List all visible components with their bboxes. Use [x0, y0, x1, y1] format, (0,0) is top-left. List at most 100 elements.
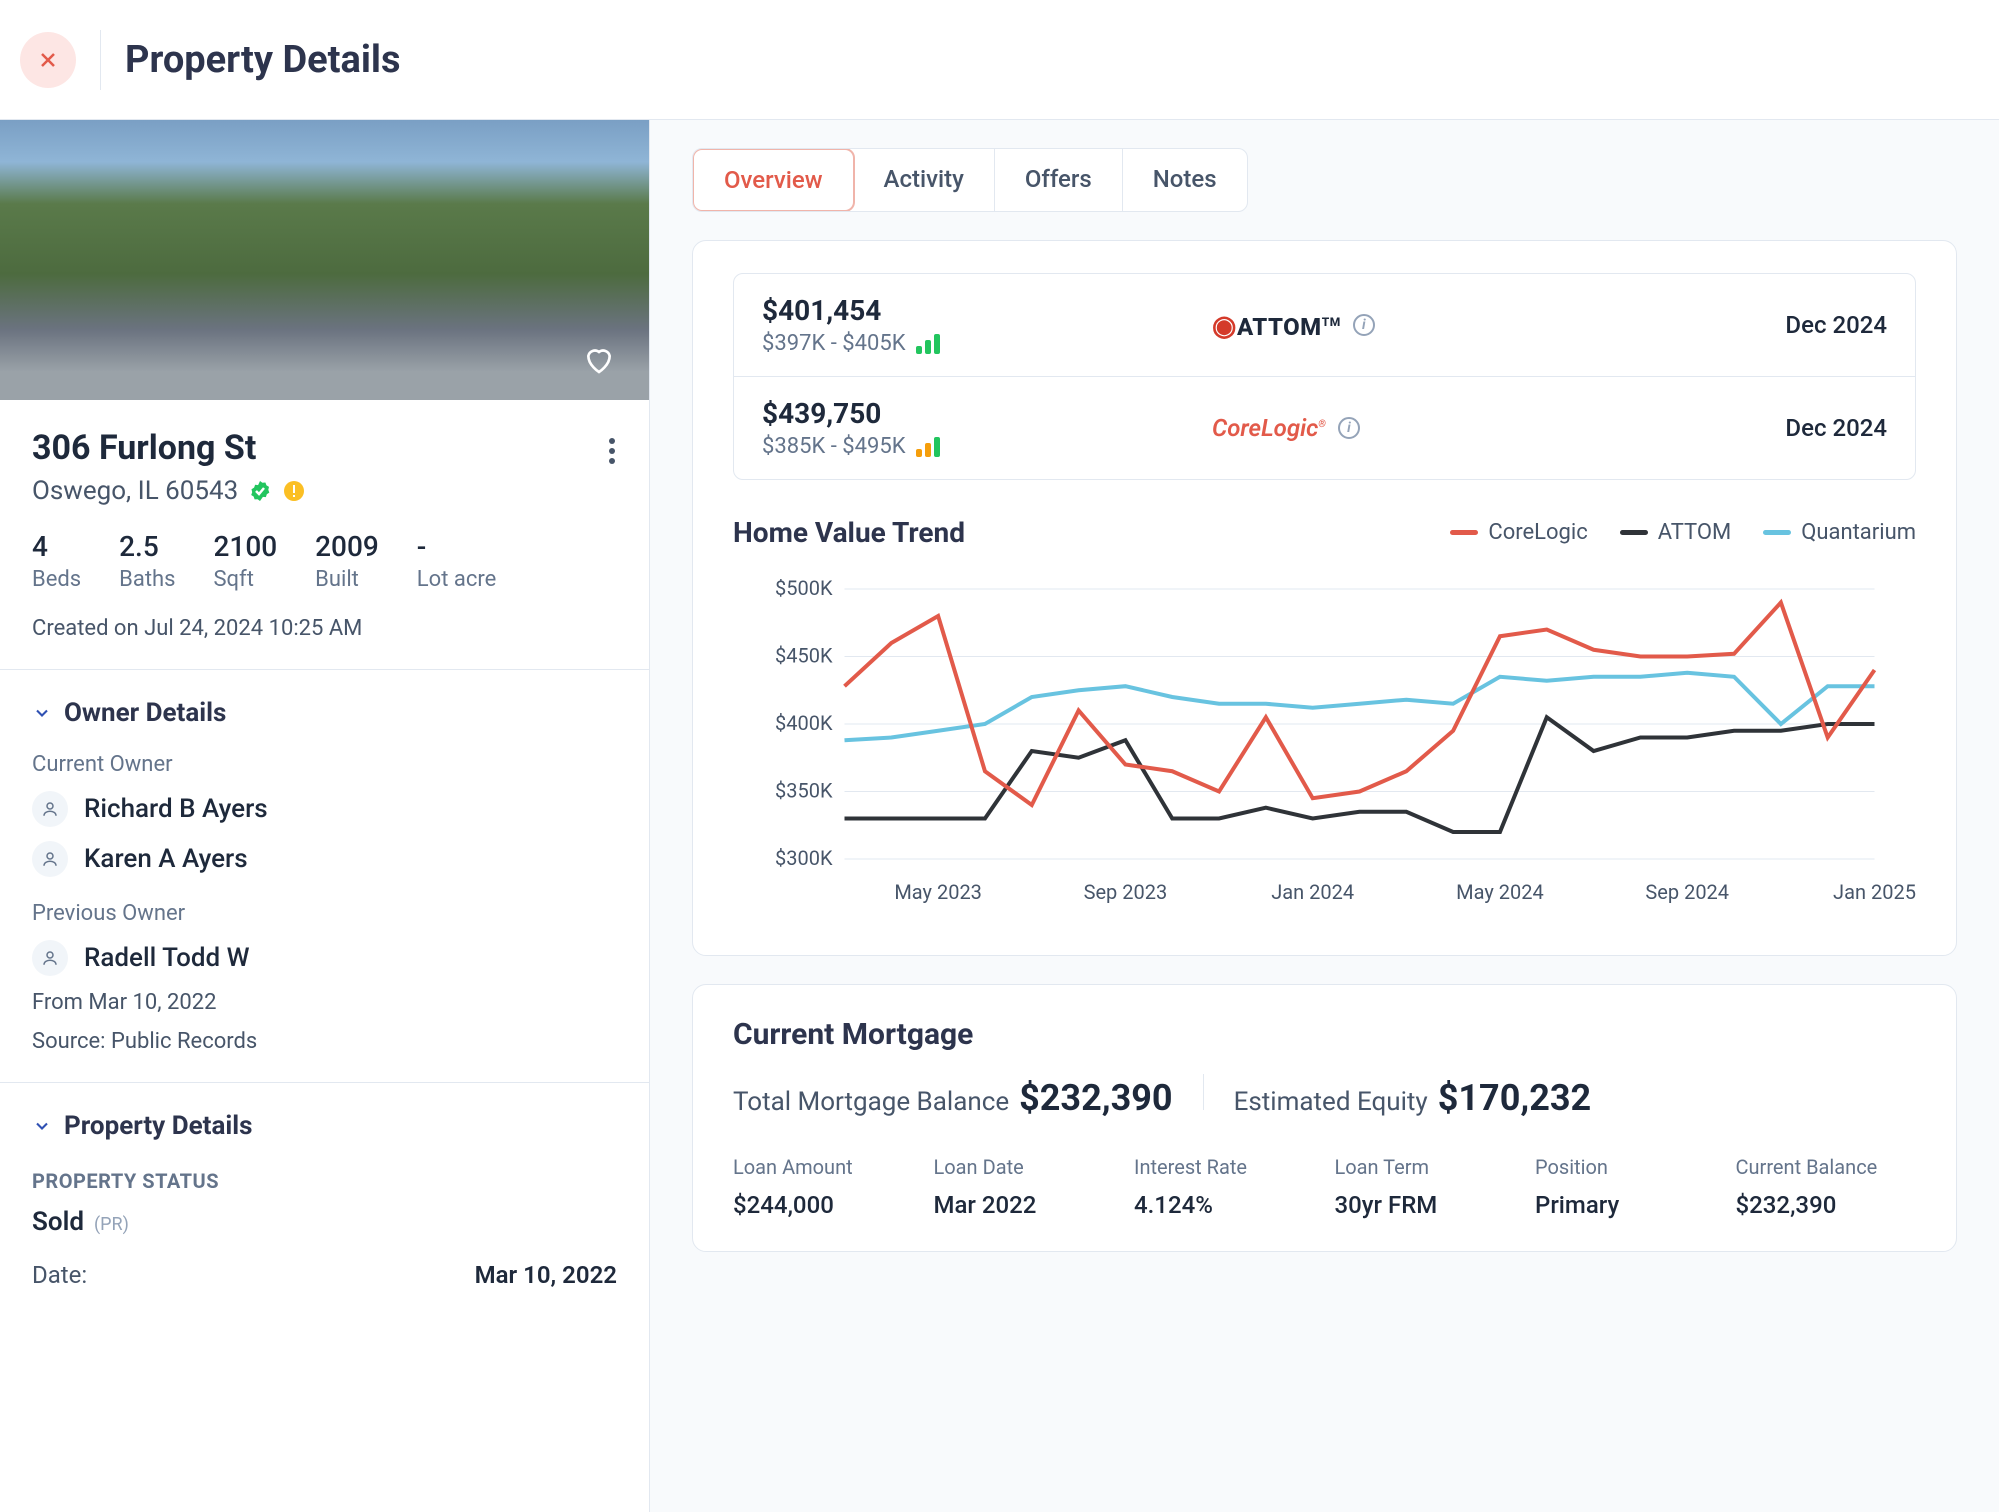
- mortgage-card: Current Mortgage Total Mortgage Balance$…: [692, 984, 1957, 1252]
- valuation-card: $401,454 $397K - $405K ◉ATTOMTM i Dec 20…: [692, 240, 1957, 956]
- favorite-button[interactable]: [579, 340, 619, 380]
- owner-details-toggle[interactable]: Owner Details: [32, 698, 617, 728]
- property-status: Sold: [32, 1207, 84, 1237]
- page-title: Property Details: [125, 38, 401, 82]
- tab-notes[interactable]: Notes: [1123, 149, 1247, 211]
- close-button[interactable]: [20, 32, 76, 88]
- status-date-row: Date: Mar 10, 2022: [32, 1261, 617, 1289]
- tabs: Overview Activity Offers Notes: [692, 148, 1248, 212]
- property-stats: 4Beds 2.5Baths 2100Sqft 2009Built -Lot a…: [32, 530, 617, 592]
- alert-badge-icon: [282, 479, 306, 503]
- owner-row: Karen A Ayers: [32, 841, 617, 877]
- corelogic-logo: CoreLogic®: [1212, 414, 1326, 442]
- owner-name: Karen A Ayers: [84, 844, 248, 874]
- valuation-source: CoreLogic® i: [1212, 414, 1587, 442]
- close-icon: [36, 48, 60, 72]
- mortgage-summary: Total Mortgage Balance$232,390 Estimated…: [733, 1074, 1916, 1119]
- signal-bars-icon: [916, 334, 940, 354]
- valuation-value: $439,750: [762, 397, 1212, 430]
- owner-source: Source: Public Records: [32, 1029, 617, 1054]
- info-icon[interactable]: i: [1338, 417, 1360, 439]
- chart-header: Home Value Trend CoreLogic ATTOM Quantar…: [733, 516, 1916, 549]
- valuation-source: ◉ATTOMTM i: [1212, 309, 1587, 342]
- mortgage-balance: $232,390: [1019, 1077, 1172, 1119]
- svg-text:$500K: $500K: [775, 579, 833, 600]
- more-menu-button[interactable]: [603, 428, 621, 474]
- svg-text:$400K: $400K: [775, 711, 833, 735]
- property-status-label: PROPERTY STATUS: [32, 1169, 617, 1193]
- legend-attom: ATTOM: [1620, 520, 1731, 545]
- legend-quantarium: Quantarium: [1763, 520, 1916, 545]
- stat-beds: 4Beds: [32, 530, 81, 592]
- person-icon: [32, 841, 68, 877]
- person-icon: [32, 791, 68, 827]
- owner-name: Richard B Ayers: [84, 794, 268, 824]
- chevron-down-icon: [32, 703, 52, 723]
- mortgage-col-amount: Loan Amount$244,000: [733, 1155, 914, 1219]
- chart-legend: CoreLogic ATTOM Quantarium: [1450, 520, 1916, 545]
- verified-badge-icon: [248, 479, 272, 503]
- owner-details-section: Owner Details Current Owner Richard B Ay…: [0, 669, 649, 1082]
- stat-baths: 2.5Baths: [119, 530, 175, 592]
- chart: $300K $350K $400K $450K $500K May 2023 Sep 202…: [733, 579, 1916, 923]
- tab-activity[interactable]: Activity: [854, 149, 995, 211]
- stat-lot: -Lot acre: [417, 530, 496, 592]
- mortgage-col-term: Loan Term30yr FRM: [1335, 1155, 1516, 1219]
- property-citystate: Oswego, IL 60543: [32, 476, 238, 506]
- svg-text:$350K: $350K: [775, 779, 833, 803]
- chevron-down-icon: [32, 1116, 52, 1136]
- valuation-row: $401,454 $397K - $405K ◉ATTOMTM i Dec 20…: [734, 274, 1915, 376]
- divider: [100, 30, 101, 90]
- sidebar: 306 Furlong St Oswego, IL 60543 4Beds 2.…: [0, 120, 650, 1512]
- mortgage-title: Current Mortgage: [733, 1017, 1916, 1052]
- chart-title: Home Value Trend: [733, 516, 965, 549]
- stat-sqft: 2100Sqft: [213, 530, 277, 592]
- main-panel: Overview Activity Offers Notes $401,454 …: [650, 120, 1999, 1512]
- svg-text:Sep 2023: Sep 2023: [1084, 880, 1168, 904]
- svg-text:$300K: $300K: [775, 846, 833, 870]
- topbar: Property Details: [0, 0, 1999, 120]
- valuation-row: $439,750 $385K - $495K CoreLogic® i Dec …: [734, 376, 1915, 479]
- property-header: 306 Furlong St Oswego, IL 60543 4Beds 2.…: [0, 400, 649, 669]
- valuation-table: $401,454 $397K - $405K ◉ATTOMTM i Dec 20…: [733, 273, 1916, 480]
- property-image: [0, 120, 649, 400]
- property-details-toggle[interactable]: Property Details: [32, 1111, 617, 1141]
- current-owner-label: Current Owner: [32, 752, 617, 777]
- signal-bars-icon: [916, 437, 940, 457]
- owner-name: Radell Todd W: [84, 943, 250, 973]
- svg-text:Sep 2024: Sep 2024: [1645, 880, 1729, 904]
- person-icon: [32, 940, 68, 976]
- stat-built: 2009Built: [315, 530, 379, 592]
- line-chart: $300K $350K $400K $450K $500K May 2023 Sep 202…: [733, 579, 1916, 919]
- mortgage-col-rate: Interest Rate4.124%: [1134, 1155, 1315, 1219]
- legend-corelogic: CoreLogic: [1450, 520, 1587, 545]
- valuation-date: Dec 2024: [1587, 414, 1887, 442]
- svg-text:May 2023: May 2023: [894, 880, 982, 904]
- svg-text:Jan 2024: Jan 2024: [1271, 880, 1354, 904]
- tab-overview[interactable]: Overview: [692, 148, 855, 212]
- svg-text:$450K: $450K: [775, 644, 833, 668]
- mortgage-details-grid: Loan Amount$244,000 Loan DateMar 2022 In…: [733, 1155, 1916, 1219]
- valuation-range: $397K - $405K: [762, 331, 906, 356]
- mortgage-equity: $170,232: [1438, 1077, 1591, 1119]
- property-status-tag: (PR): [94, 1214, 129, 1235]
- valuation-date: Dec 2024: [1587, 311, 1887, 339]
- property-details-section: Property Details PROPERTY STATUS Sold (P…: [0, 1082, 649, 1317]
- previous-owner-label: Previous Owner: [32, 901, 617, 926]
- svg-text:Jan 2025: Jan 2025: [1833, 880, 1916, 904]
- svg-text:May 2024: May 2024: [1456, 880, 1544, 904]
- created-on: Created on Jul 24, 2024 10:25 AM: [32, 616, 617, 641]
- mortgage-col-balance: Current Balance$232,390: [1736, 1155, 1917, 1219]
- info-icon[interactable]: i: [1353, 314, 1375, 336]
- heart-icon: [583, 344, 615, 376]
- owner-row: Richard B Ayers: [32, 791, 617, 827]
- mortgage-col-date: Loan DateMar 2022: [934, 1155, 1115, 1219]
- valuation-value: $401,454: [762, 294, 1212, 327]
- mortgage-col-position: PositionPrimary: [1535, 1155, 1716, 1219]
- valuation-range: $385K - $495K: [762, 434, 906, 459]
- tab-offers[interactable]: Offers: [995, 149, 1123, 211]
- owner-row: Radell Todd W: [32, 940, 617, 976]
- owner-from: From Mar 10, 2022: [32, 990, 617, 1015]
- property-street: 306 Furlong St: [32, 428, 617, 468]
- attom-logo: ◉ATTOMTM: [1212, 309, 1341, 342]
